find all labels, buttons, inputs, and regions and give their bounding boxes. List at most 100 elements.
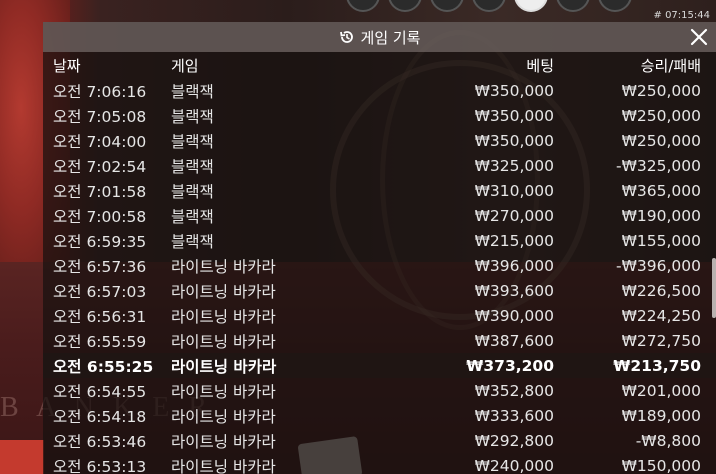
column-headers: 날짜 게임 베팅 승리/패배: [43, 52, 716, 78]
row-bet: ₩396,000: [474, 256, 554, 275]
row-time: 오전 6:54:55: [53, 382, 147, 401]
row-result: ₩213,750: [613, 356, 701, 375]
chip-button[interactable]: [388, 0, 422, 12]
history-row[interactable]: 오전 6:54:18 라이트닝 바카라 ₩333,600 ₩189,000: [43, 403, 716, 428]
row-result: ₩201,000: [621, 381, 701, 400]
history-row[interactable]: 오전 6:53:46 라이트닝 바카라 ₩292,800 -₩8,800: [43, 428, 716, 453]
history-row[interactable]: 오전 6:53:13 라이트닝 바카라 ₩240,000 ₩150,000: [43, 453, 716, 474]
history-row[interactable]: 오전 7:01:58 블랙잭 ₩310,000 ₩365,000: [43, 178, 716, 203]
row-bet: ₩352,800: [474, 381, 554, 400]
row-time: 오전 6:53:46: [53, 432, 147, 451]
history-row[interactable]: 오전 7:05:08 블랙잭 ₩350,000 ₩250,000: [43, 103, 716, 128]
header-game: 게임: [171, 56, 199, 75]
chip-button-selected[interactable]: [514, 0, 548, 12]
chip-button[interactable]: [346, 0, 380, 12]
row-time: 오전 6:54:18: [53, 407, 147, 426]
row-bet: ₩390,000: [474, 306, 554, 325]
row-game: 라이트닝 바카라: [171, 357, 277, 376]
row-result: ₩272,750: [621, 331, 701, 350]
history-row[interactable]: 오전 7:06:16 블랙잭 ₩350,000 ₩250,000: [43, 78, 716, 103]
row-time: 오전 7:01:58: [53, 182, 147, 201]
row-bet: ₩387,600: [474, 331, 554, 350]
panel-header: 게임 기록: [43, 22, 716, 52]
row-time: 오전 6:55:59: [53, 332, 147, 351]
history-list: 오전 7:06:16 블랙잭 ₩350,000 ₩250,000 오전 7:05…: [43, 78, 716, 474]
row-result: ₩365,000: [621, 181, 701, 200]
row-game: 라이트닝 바카라: [171, 282, 276, 301]
table-marker: [0, 440, 44, 474]
row-time: 오전 6:59:35: [53, 232, 147, 251]
row-result: ₩250,000: [621, 131, 701, 150]
row-result: ₩189,000: [621, 406, 701, 425]
row-game: 블랙잭: [171, 207, 214, 226]
row-game: 블랙잭: [171, 182, 214, 201]
row-time: 오전 7:06:16: [53, 82, 147, 101]
row-time: 오전 7:04:00: [53, 132, 147, 151]
history-icon: [339, 31, 353, 43]
history-row[interactable]: 오전 6:54:55 라이트닝 바카라 ₩352,800 ₩201,000: [43, 378, 716, 403]
row-game: 라이트닝 바카라: [171, 382, 276, 401]
row-bet: ₩350,000: [474, 81, 554, 100]
row-bet: ₩350,000: [474, 131, 554, 150]
row-time: 오전 7:05:08: [53, 107, 147, 126]
clock: # 07:15:44: [653, 10, 710, 21]
chip-button[interactable]: [430, 0, 464, 12]
row-game: 라이트닝 바카라: [171, 257, 276, 276]
row-time: 오전 7:02:54: [53, 157, 147, 176]
header-date: 날짜: [53, 56, 81, 75]
row-game: 라이트닝 바카라: [171, 307, 276, 326]
row-result: ₩226,500: [621, 281, 701, 300]
panel-title: 게임 기록: [339, 27, 421, 48]
row-result: -₩396,000: [615, 256, 701, 275]
header-result: 승리/패배: [640, 56, 701, 75]
history-row[interactable]: 오전 7:02:54 블랙잭 ₩325,000 -₩325,000: [43, 153, 716, 178]
row-result: ₩224,250: [621, 306, 701, 325]
row-result: ₩155,000: [621, 231, 701, 250]
row-game: 블랙잭: [171, 82, 214, 101]
row-bet: ₩215,000: [474, 231, 554, 250]
row-game: 블랙잭: [171, 132, 214, 151]
history-row[interactable]: 오전 7:04:00 블랙잭 ₩350,000 ₩250,000: [43, 128, 716, 153]
header-bet: 베팅: [526, 56, 554, 75]
row-bet: ₩373,200: [466, 356, 554, 375]
row-bet: ₩350,000: [474, 106, 554, 125]
history-row[interactable]: 오전 6:59:35 블랙잭 ₩215,000 ₩155,000: [43, 228, 716, 253]
row-game: 블랙잭: [171, 232, 214, 251]
row-time: 오전 6:57:03: [53, 282, 147, 301]
row-time: 오전 6:57:36: [53, 257, 147, 276]
row-result: ₩150,000: [621, 456, 701, 474]
row-game: 라이트닝 바카라: [171, 432, 276, 451]
close-icon[interactable]: [688, 26, 710, 48]
row-game: 라이트닝 바카라: [171, 407, 276, 426]
chip-tray: [346, 0, 632, 12]
row-game: 블랙잭: [171, 107, 214, 126]
chip-button[interactable]: [556, 0, 590, 12]
history-row[interactable]: 오전 6:56:31 라이트닝 바카라 ₩390,000 ₩224,250: [43, 303, 716, 328]
row-time: 오전 6:56:31: [53, 307, 147, 326]
row-result: ₩190,000: [621, 206, 701, 225]
game-history-panel: 게임 기록 날짜 게임 베팅 승리/패배 오전 7:06:16 블랙잭 ₩350…: [43, 22, 716, 474]
scrollbar[interactable]: [712, 258, 716, 318]
row-time: 오전 6:55:25: [53, 357, 154, 376]
row-result: -₩325,000: [615, 156, 701, 175]
panel-title-text: 게임 기록: [360, 28, 421, 47]
row-game: 라이트닝 바카라: [171, 332, 276, 351]
history-row[interactable]: 오전 6:57:03 라이트닝 바카라 ₩393,600 ₩226,500: [43, 278, 716, 303]
row-bet: ₩240,000: [474, 456, 554, 474]
row-time: 오전 6:53:13: [53, 457, 147, 474]
history-row[interactable]: 오전 6:57:36 라이트닝 바카라 ₩396,000 -₩396,000: [43, 253, 716, 278]
row-bet: ₩325,000: [474, 156, 554, 175]
row-bet: ₩270,000: [474, 206, 554, 225]
chip-button[interactable]: [598, 0, 632, 12]
row-bet: ₩333,600: [474, 406, 554, 425]
row-bet: ₩393,600: [474, 281, 554, 300]
row-game: 라이트닝 바카라: [171, 457, 276, 474]
chip-button[interactable]: [472, 0, 506, 12]
history-row-hovered[interactable]: 오전 6:55:25 라이트닝 바카라 ₩373,200 ₩213,750: [43, 353, 716, 378]
row-time: 오전 7:00:58: [53, 207, 147, 226]
row-bet: ₩310,000: [474, 181, 554, 200]
history-row[interactable]: 오전 6:55:59 라이트닝 바카라 ₩387,600 ₩272,750: [43, 328, 716, 353]
row-game: 블랙잭: [171, 157, 214, 176]
history-row[interactable]: 오전 7:00:58 블랙잭 ₩270,000 ₩190,000: [43, 203, 716, 228]
row-result: -₩8,800: [635, 431, 701, 450]
